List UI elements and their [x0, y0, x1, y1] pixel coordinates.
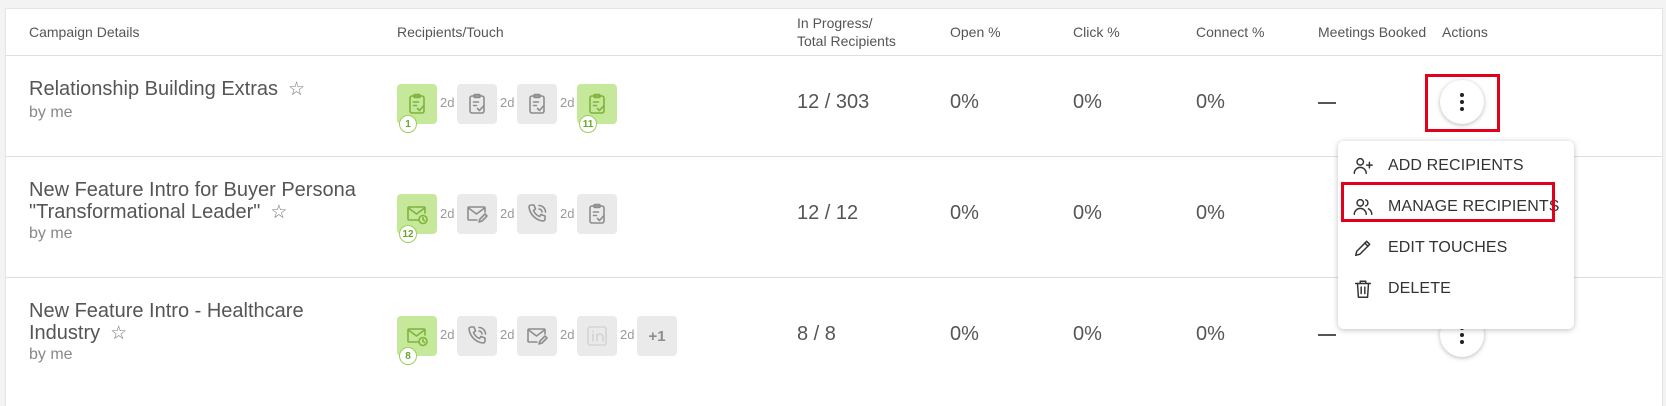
touch-delay: 2d: [440, 327, 455, 342]
touch-delay: 2d: [500, 95, 515, 110]
touch-delay: 2d: [500, 206, 515, 221]
touch-delay: 2d: [500, 327, 515, 342]
header-connect: Connect %: [1196, 24, 1265, 40]
email-edit-icon[interactable]: [517, 316, 557, 356]
menu-item-edit-touches[interactable]: EDIT TOUCHES: [1350, 231, 1562, 265]
touch-delay: 2d: [560, 95, 575, 110]
campaign-owner: by me: [29, 104, 73, 121]
highlight-box: [1425, 74, 1500, 132]
menu-item-label[interactable]: ADD RECIPIENTS: [1388, 157, 1524, 175]
touch-delay: 2d: [440, 95, 455, 110]
meetings-empty-dash: [1318, 102, 1336, 104]
connect-rate: 0%: [1196, 91, 1225, 113]
progress-value: 8 / 8: [797, 323, 836, 345]
campaign-name-text[interactable]: Relationship Building Extras: [29, 78, 278, 100]
campaign-name[interactable]: New Feature Intro - Healthcare Industry ☆: [29, 300, 304, 345]
menu-item-label[interactable]: EDIT TOUCHES: [1388, 239, 1507, 257]
phone-icon[interactable]: [517, 194, 557, 234]
menu-item-add-recipients[interactable]: ADD RECIPIENTS: [1350, 149, 1562, 183]
header-in-progress-line1: In Progress/: [797, 15, 873, 31]
campaign-name-line2[interactable]: "Transformational Leader": [29, 201, 260, 223]
open-rate: 0%: [950, 202, 979, 224]
menu-item-delete[interactable]: DELETE: [1350, 272, 1562, 306]
task-clipboard-icon[interactable]: [457, 84, 497, 124]
header-recipients-touch: Recipients/Touch: [397, 24, 504, 40]
menu-item-label[interactable]: DELETE: [1388, 280, 1451, 298]
task-clipboard-icon[interactable]: 11: [577, 84, 617, 133]
connect-rate: 0%: [1196, 202, 1225, 224]
touch-count-badge: 1: [399, 115, 417, 133]
header-click: Click %: [1073, 24, 1120, 40]
campaign-name[interactable]: New Feature Intro for Buyer Persona "Tra…: [29, 179, 356, 224]
touch-count-badge: 12: [399, 225, 417, 243]
add-user-icon: [1353, 157, 1373, 175]
campaign-name-line1[interactable]: New Feature Intro for Buyer Persona: [29, 179, 356, 201]
task-clipboard-icon[interactable]: 1: [397, 84, 437, 133]
linkedin-icon[interactable]: [577, 316, 617, 356]
header-meetings: Meetings Booked: [1318, 24, 1427, 40]
header-actions: Actions: [1442, 24, 1488, 40]
touch-delay: 2d: [620, 327, 635, 342]
open-rate: 0%: [950, 323, 979, 345]
touch-count-badge: 11: [579, 115, 597, 133]
more-touches-count[interactable]: +1: [648, 328, 665, 345]
click-rate: 0%: [1073, 91, 1102, 113]
email-clock-icon[interactable]: 8: [397, 316, 437, 365]
task-clipboard-icon[interactable]: [517, 84, 557, 124]
campaign-name-line2[interactable]: Industry: [29, 322, 100, 344]
star-icon[interactable]: ☆: [270, 202, 287, 223]
touch-delay: 2d: [440, 206, 455, 221]
touch-delay: 2d: [560, 327, 575, 342]
actions-menu: ADD RECIPIENTS MANAGE RECIPIENTS EDIT TO…: [1338, 141, 1574, 329]
click-rate: 0%: [1073, 202, 1102, 224]
email-edit-icon[interactable]: [457, 194, 497, 234]
connect-rate: 0%: [1196, 323, 1225, 345]
meetings-empty-dash: [1318, 334, 1336, 336]
click-rate: 0%: [1073, 323, 1102, 345]
campaign-name-line1[interactable]: New Feature Intro - Healthcare: [29, 300, 304, 322]
touch-count-badge: 8: [399, 347, 417, 365]
header-in-progress: In Progress/ Total Recipients: [797, 14, 896, 50]
trash-icon: [1354, 280, 1372, 298]
header-campaign-details: Campaign Details: [29, 24, 140, 40]
divider: [6, 55, 1662, 56]
highlight-box: [1341, 182, 1555, 222]
header-open: Open %: [950, 24, 1001, 40]
pencil-icon: [1354, 240, 1371, 257]
more-touches-button[interactable]: +1: [637, 316, 677, 356]
task-clipboard-icon[interactable]: [577, 194, 617, 234]
star-icon[interactable]: ☆: [288, 79, 305, 100]
campaign-name[interactable]: Relationship Building Extras ☆: [29, 78, 305, 101]
progress-value: 12 / 303: [797, 91, 870, 113]
phone-icon[interactable]: [457, 316, 497, 356]
header-in-progress-line2: Total Recipients: [797, 33, 896, 49]
campaign-owner: by me: [29, 346, 73, 363]
email-clock-icon[interactable]: 12: [397, 194, 437, 243]
progress-value: 12 / 12: [797, 202, 859, 224]
open-rate: 0%: [950, 91, 979, 113]
campaign-owner: by me: [29, 225, 73, 242]
touch-delay: 2d: [560, 206, 575, 221]
star-icon[interactable]: ☆: [110, 323, 127, 344]
